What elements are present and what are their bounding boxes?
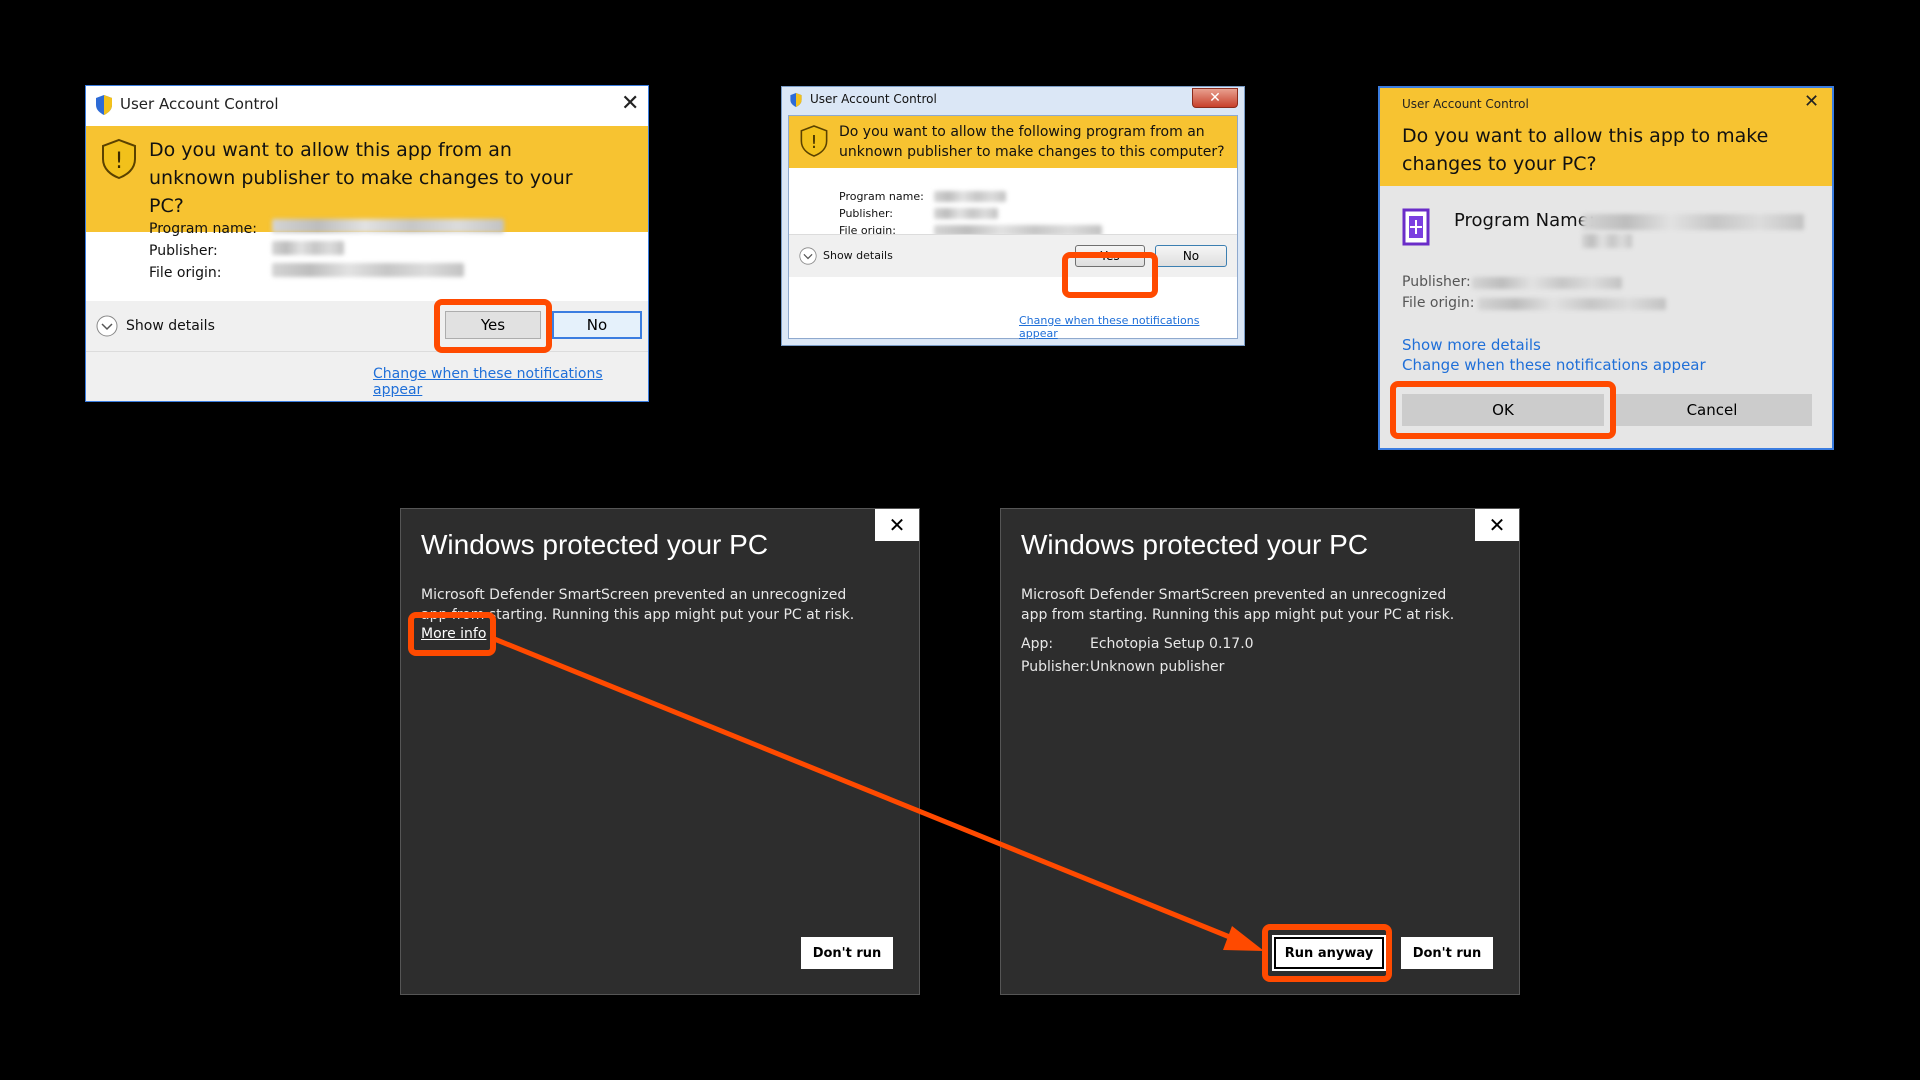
question-text: Do you want to allow this app from an un…: [149, 139, 573, 217]
window-title: User Account Control: [1402, 97, 1529, 111]
publisher-label: Publisher:: [839, 207, 894, 220]
cancel-button[interactable]: Cancel: [1612, 394, 1812, 426]
show-details-link[interactable]: Show details: [126, 318, 215, 334]
smartscreen-dialog-expanded: ✕ Windows protected your PC Microsoft De…: [1000, 508, 1520, 995]
redacted-file-origin: [1478, 298, 1666, 310]
uac-dialog-win7: User Account Control ✕ ! Do you want to …: [781, 86, 1245, 346]
redacted-program-name: [934, 191, 1006, 202]
publisher-label: Publisher:: [149, 243, 218, 259]
change-notifications-link[interactable]: Change when these notifications appear: [373, 366, 648, 398]
publisher-value: Unknown publisher: [1090, 659, 1225, 675]
warning-shield-icon: !: [102, 138, 136, 180]
redacted-file-origin: [272, 263, 464, 277]
dont-run-button[interactable]: Don't run: [801, 937, 893, 969]
question-text: Do you want to allow this app to make ch…: [1402, 125, 1769, 175]
svg-text:!: !: [115, 149, 124, 174]
close-button[interactable]: ✕: [1475, 509, 1519, 541]
yes-highlight: [434, 299, 552, 353]
no-button[interactable]: No: [552, 311, 642, 339]
footer-divider: [86, 351, 648, 352]
redacted-publisher: [1472, 277, 1622, 289]
publisher-label: Publisher:: [1402, 274, 1471, 290]
redacted-program-name: [1582, 214, 1804, 230]
dialog-body: ! Do you want to allow the following pro…: [788, 115, 1238, 340]
uac-shield-icon: [790, 93, 802, 107]
redacted-publisher: [934, 208, 998, 219]
redacted-program-name-2: [1582, 234, 1632, 248]
close-icon[interactable]: ✕: [1804, 93, 1819, 111]
dont-run-button[interactable]: Don't run: [1401, 937, 1493, 969]
question-text: Do you want to allow the following progr…: [839, 124, 1225, 160]
redacted-program-name: [272, 219, 504, 233]
program-name-label: Program Name:: [1454, 210, 1595, 231]
program-name-label: Program name:: [149, 221, 257, 237]
more-info-highlight: [408, 612, 496, 656]
uac-dialog-win10: User Account Control ✕ ! Do you want to …: [85, 85, 649, 402]
close-icon[interactable]: ✕: [621, 93, 639, 115]
chevron-down-icon[interactable]: [96, 315, 118, 337]
show-details-link[interactable]: Show details: [823, 249, 893, 262]
run-anyway-highlight: [1262, 924, 1392, 982]
warning-message: Microsoft Defender SmartScreen prevented…: [1021, 587, 1455, 623]
close-button[interactable]: ✕: [1192, 88, 1238, 108]
app-value: Echotopia Setup 0.17.0: [1090, 636, 1254, 652]
close-button[interactable]: ✕: [875, 509, 919, 541]
yes-highlight: [1062, 252, 1158, 298]
no-button[interactable]: No: [1155, 245, 1227, 267]
change-notifications-link[interactable]: Change when these notifications appear: [1402, 356, 1706, 374]
dialog-footer: Show details Yes No: [789, 234, 1237, 277]
warning-shield-icon: !: [800, 125, 828, 157]
window-title: User Account Control: [810, 92, 937, 106]
app-label: App:: [1021, 636, 1054, 652]
svg-text:!: !: [811, 133, 818, 153]
redacted-publisher: [272, 241, 344, 255]
window-title: User Account Control: [120, 95, 279, 113]
change-notifications-link[interactable]: Change when these notifications appear: [1019, 314, 1237, 340]
dialog-title: Windows protected your PC: [421, 529, 769, 560]
publisher-label: Publisher:: [1021, 659, 1090, 675]
chevron-down-icon[interactable]: [799, 247, 817, 265]
app-installer-icon: [1402, 208, 1430, 246]
smartscreen-dialog-initial: ✕ Windows protected your PC Microsoft De…: [400, 508, 920, 995]
uac-shield-icon: [96, 95, 112, 115]
file-origin-label: File origin:: [149, 265, 222, 281]
program-name-label: Program name:: [839, 190, 924, 203]
show-more-details-link[interactable]: Show more details: [1402, 336, 1541, 354]
ok-highlight: [1390, 381, 1616, 439]
file-origin-label: File origin:: [1402, 295, 1475, 311]
dialog-title: Windows protected your PC: [1021, 529, 1369, 560]
